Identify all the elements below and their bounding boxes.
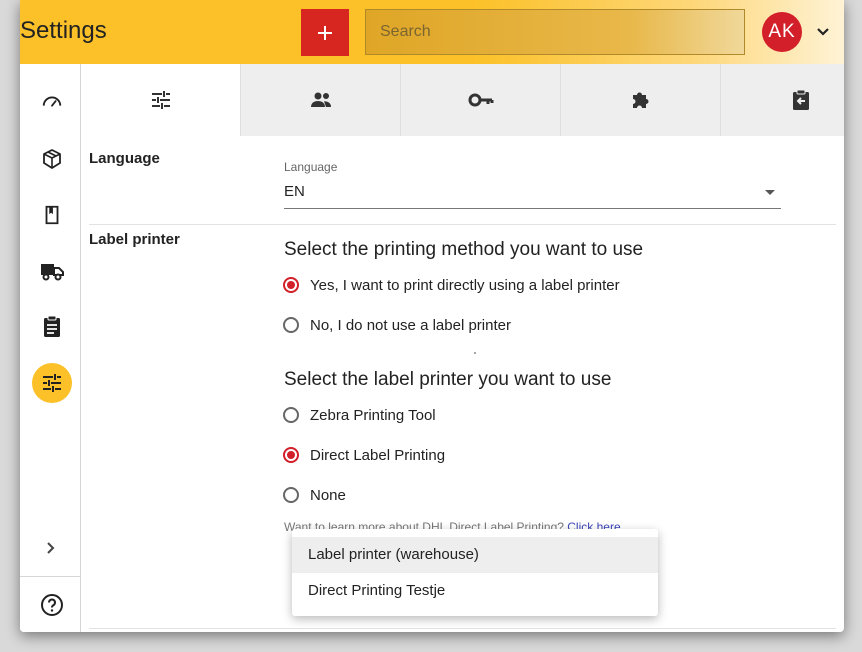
radio-zebra-printing-tool[interactable]: Zebra Printing Tool <box>283 403 436 427</box>
dropdown-arrow-icon <box>765 190 775 195</box>
sidebar <box>20 64 81 632</box>
truck-icon <box>41 264 64 281</box>
radio-label: No, I do not use a label printer <box>310 316 511 334</box>
radio-label: None <box>310 486 346 504</box>
sidebar-item-address-book[interactable] <box>32 195 72 235</box>
sidebar-item-settings[interactable] <box>32 363 72 403</box>
sliders-icon <box>151 91 170 109</box>
avatar[interactable]: AK <box>762 12 802 52</box>
printing-method-question: Select the printing method you want to u… <box>284 239 644 260</box>
speedometer-icon <box>42 96 62 107</box>
search-input[interactable] <box>365 9 745 55</box>
people-icon <box>310 92 331 107</box>
clipboard-icon <box>44 315 60 337</box>
book-icon <box>45 205 59 225</box>
label-printer-section-label: Label printer <box>89 231 180 248</box>
package-icon <box>43 149 61 169</box>
radio-label: Zebra Printing Tool <box>310 406 436 424</box>
sidebar-item-dashboard[interactable] <box>32 82 72 122</box>
app-header: Settings AK <box>20 0 844 64</box>
sliders-icon <box>43 374 61 392</box>
section-divider <box>89 224 836 225</box>
help-button[interactable] <box>32 585 72 625</box>
label-printer-question: Select the label printer you want to use <box>284 369 612 390</box>
settings-window: Settings AK <box>20 0 844 632</box>
help-icon <box>41 594 63 616</box>
page-title: Settings <box>20 17 107 44</box>
separator-dot <box>474 352 476 354</box>
tab-general[interactable] <box>81 64 241 136</box>
tab-users[interactable] <box>241 64 401 136</box>
tab-integrations[interactable] <box>561 64 721 136</box>
radio-unchecked-icon <box>283 317 299 333</box>
section-divider <box>89 628 836 629</box>
language-select[interactable]: EN <box>284 178 781 209</box>
sidebar-expand-button[interactable] <box>38 536 62 560</box>
sidebar-item-shipments[interactable] <box>32 139 72 179</box>
radio-print-directly[interactable]: Yes, I want to print directly using a la… <box>283 273 620 297</box>
language-field-label: Language <box>284 160 338 174</box>
menu-item-direct-printing-testje[interactable]: Direct Printing Testje <box>292 573 658 609</box>
radio-unchecked-icon <box>283 487 299 503</box>
tab-returns[interactable] <box>721 64 844 136</box>
radio-direct-label-printing[interactable]: Direct Label Printing <box>283 443 445 467</box>
add-button[interactable] <box>301 9 349 56</box>
radio-unchecked-icon <box>283 407 299 423</box>
clipboard-return-icon <box>793 89 809 110</box>
tab-api-keys[interactable] <box>401 64 561 136</box>
sidebar-item-pickups[interactable] <box>32 251 72 291</box>
plus-icon <box>318 25 332 40</box>
radio-checked-icon <box>283 277 299 293</box>
radio-checked-icon <box>283 447 299 463</box>
printer-dropdown-menu: Label printer (warehouse) Direct Printin… <box>292 529 658 616</box>
chevron-down-icon[interactable] <box>813 22 833 42</box>
key-icon <box>468 93 493 107</box>
language-section-label: Language <box>89 150 160 167</box>
radio-label: Direct Label Printing <box>310 446 446 464</box>
menu-item-label-printer-warehouse[interactable]: Label printer (warehouse) <box>292 537 658 573</box>
sidebar-divider <box>20 576 80 577</box>
radio-label: Yes, I want to print directly using a la… <box>310 276 620 294</box>
radio-no-label-printer[interactable]: No, I do not use a label printer <box>283 313 511 337</box>
radio-none[interactable]: None <box>283 483 346 507</box>
chevron-right-icon <box>47 542 55 554</box>
puzzle-icon <box>632 92 648 108</box>
sidebar-item-reports[interactable] <box>32 307 72 347</box>
language-value: EN <box>284 183 305 200</box>
settings-tabs <box>81 64 844 136</box>
